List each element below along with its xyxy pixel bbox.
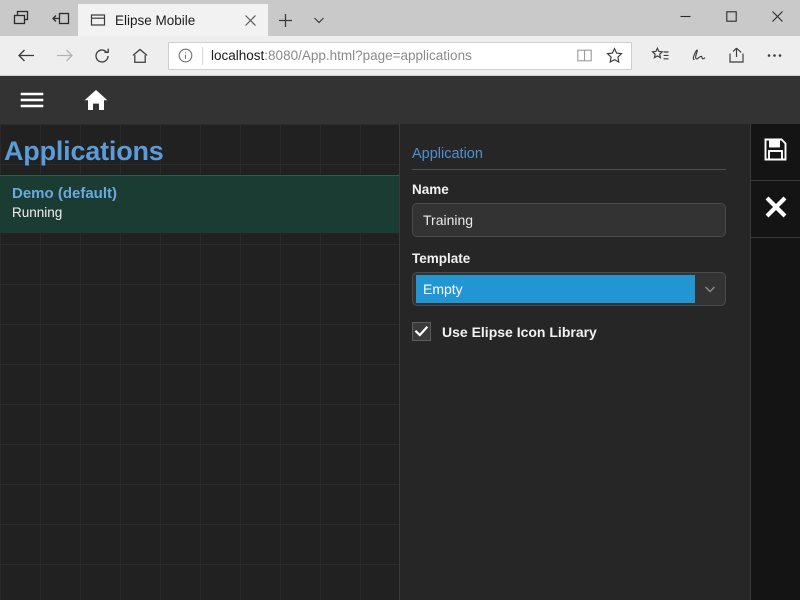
browser-tab[interactable]: Elipse Mobile <box>78 4 268 36</box>
titlebar-lead-icons <box>0 0 78 36</box>
hamburger-menu-icon[interactable] <box>12 80 52 120</box>
applications-list: Demo (default) Running <box>0 175 399 233</box>
url-host: localhost <box>211 48 264 63</box>
url-path: :8080/App.html?page=applications <box>264 48 472 63</box>
minimize-icon[interactable] <box>662 0 708 32</box>
template-selected-value: Empty <box>416 275 695 303</box>
maximize-icon[interactable] <box>708 0 754 32</box>
back-arrow-icon[interactable] <box>8 40 44 72</box>
page-viewport: Applications Demo (default) Running Appl… <box>0 76 800 600</box>
tab-close-icon[interactable] <box>240 10 260 30</box>
list-item[interactable]: Demo (default) Running <box>0 175 399 233</box>
applications-pane: Applications Demo (default) Running <box>0 124 400 600</box>
home-icon[interactable] <box>76 80 116 120</box>
template-select[interactable]: Empty <box>412 272 726 306</box>
section-divider <box>412 169 726 170</box>
window-icon <box>90 12 106 28</box>
close-window-icon[interactable] <box>754 0 800 32</box>
tab-preview-icon[interactable] <box>8 5 34 31</box>
chevron-down-icon[interactable] <box>695 282 725 296</box>
icon-library-row[interactable]: Use Elipse Icon Library <box>412 322 726 341</box>
tab-title: Elipse Mobile <box>115 13 231 28</box>
address-separator <box>202 47 203 65</box>
app-body: Applications Demo (default) Running Appl… <box>0 124 800 600</box>
name-input[interactable]: Training <box>412 203 726 237</box>
forward-arrow-icon[interactable] <box>46 40 82 72</box>
close-x-icon <box>763 194 789 225</box>
browser-navbar: localhost:8080/App.html?page=application… <box>0 36 800 76</box>
save-button[interactable] <box>751 124 800 181</box>
address-bar[interactable]: localhost:8080/App.html?page=application… <box>168 42 632 70</box>
refresh-icon[interactable] <box>84 40 120 72</box>
checkbox-label: Use Elipse Icon Library <box>442 324 597 340</box>
favorites-list-icon[interactable] <box>642 40 678 72</box>
save-floppy-icon <box>763 137 788 167</box>
reading-view-icon[interactable] <box>573 45 595 67</box>
share-icon[interactable] <box>718 40 754 72</box>
window-controls <box>662 0 800 32</box>
application-name: Demo (default) <box>12 184 387 204</box>
app-header <box>0 76 800 124</box>
more-icon[interactable] <box>756 40 792 72</box>
application-status: Running <box>12 204 387 223</box>
info-icon[interactable] <box>177 47 194 64</box>
page-title: Applications <box>0 124 399 175</box>
use-elipse-icon-library-checkbox[interactable] <box>412 322 431 341</box>
set-tabs-aside-icon[interactable] <box>48 5 74 31</box>
cancel-button[interactable] <box>751 181 800 238</box>
browser-window: Elipse Mobile <box>0 0 800 600</box>
new-tab-button[interactable] <box>268 4 302 36</box>
home-icon[interactable] <box>122 40 158 72</box>
form-section-title: Application <box>412 146 726 169</box>
application-form: Application Name Training Template Empty <box>400 124 750 600</box>
template-label: Template <box>412 251 726 266</box>
browser-titlebar: Elipse Mobile <box>0 0 800 36</box>
make-note-icon[interactable] <box>680 40 716 72</box>
navbar-right-actions <box>642 40 792 72</box>
action-toolbar <box>750 124 800 600</box>
tab-menu-chevron-down-icon[interactable] <box>302 4 336 36</box>
address-url: localhost:8080/App.html?page=application… <box>211 48 565 63</box>
name-label: Name <box>412 182 726 197</box>
favorite-star-icon[interactable] <box>603 45 625 67</box>
